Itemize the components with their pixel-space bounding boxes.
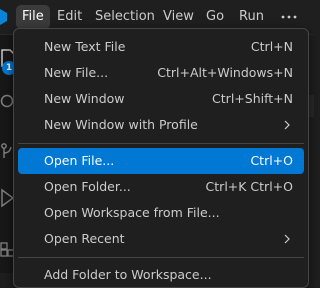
menu-item-label: New Window — [44, 91, 125, 106]
menu-item-open-recent[interactable]: Open Recent — [18, 226, 304, 252]
file-menu-dropdown: New Text File Ctrl+N New File... Ctrl+Al… — [13, 28, 309, 288]
menu-item-new-window-with-profile[interactable]: New Window with Profile — [18, 112, 304, 138]
menu-file[interactable]: File — [16, 5, 50, 29]
menu-item-label: Add Folder to Workspace... — [44, 267, 212, 282]
menu-item-label: New Window with Profile — [44, 117, 198, 132]
menu-item-shortcut: Ctrl+N — [250, 39, 293, 54]
menu-item-open-workspace-from-file[interactable]: Open Workspace from File... — [18, 200, 304, 226]
menu-item-shortcut: Ctrl+Shift+N — [212, 91, 293, 106]
menu-item-new-file[interactable]: New File... Ctrl+Alt+Windows+N — [18, 60, 304, 86]
menu-item-new-text-file[interactable]: New Text File Ctrl+N — [18, 34, 304, 60]
menu-item-shortcut: Ctrl+Alt+Windows+N — [157, 65, 293, 80]
menu-item-new-window[interactable]: New Window Ctrl+Shift+N — [18, 86, 304, 112]
menu-item-open-folder[interactable]: Open Folder... Ctrl+K Ctrl+O — [18, 174, 304, 200]
menu-item-label: Open Recent — [44, 231, 125, 246]
vscode-logo-icon — [0, 9, 7, 25]
menu-view[interactable]: View — [157, 5, 200, 29]
menu-item-label: Open Folder... — [44, 179, 131, 194]
menu-item-label: Open Workspace from File... — [44, 205, 220, 220]
menu-item-shortcut: Ctrl+O — [250, 153, 293, 168]
chevron-right-icon — [284, 234, 290, 244]
menu-item-open-file[interactable]: Open File... Ctrl+O — [18, 148, 304, 174]
menu-item-label: New Text File — [44, 39, 126, 54]
menu-item-label: New File... — [44, 65, 109, 80]
menu-separator — [18, 143, 304, 144]
menu-run[interactable]: Run — [233, 5, 270, 29]
more-horizontal-icon[interactable] — [281, 14, 297, 20]
menu-selection[interactable]: Selection — [89, 5, 161, 29]
menu-item-shortcut: Ctrl+K Ctrl+O — [205, 179, 293, 194]
menu-separator — [18, 257, 304, 258]
chevron-right-icon — [284, 120, 290, 130]
menu-item-label: Open File... — [44, 153, 115, 168]
menu-go[interactable]: Go — [200, 5, 230, 29]
menu-edit[interactable]: Edit — [51, 5, 88, 29]
menu-item-add-folder-to-workspace[interactable]: Add Folder to Workspace... — [18, 262, 304, 288]
